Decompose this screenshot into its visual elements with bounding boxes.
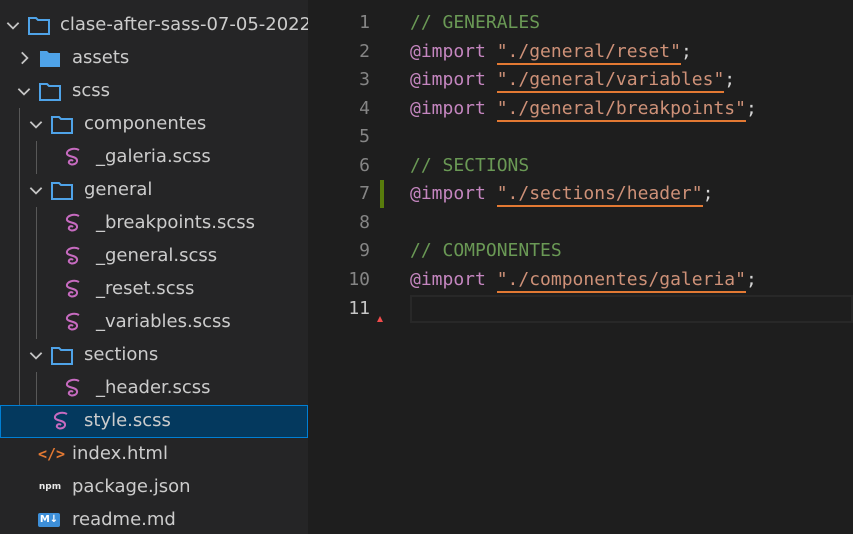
tree-item-general[interactable]: general — [0, 174, 308, 207]
folder-open-icon — [28, 17, 50, 35]
code-line[interactable]: @import "./sections/header"; — [410, 180, 713, 208]
code-comment: // COMPONENTES — [410, 240, 562, 261]
current-line-highlight — [410, 295, 853, 323]
npm-file-icon: npm — [38, 482, 62, 492]
import-path-link[interactable]: "./componentes/galeria" — [496, 269, 746, 293]
line-number: 3 — [359, 69, 370, 90]
import-path-link[interactable]: "./general/breakpoints" — [496, 98, 746, 122]
tree-item-breakpoints-scss[interactable]: _breakpoints.scss — [0, 207, 308, 240]
tree-item-sections[interactable]: sections — [0, 339, 308, 372]
explorer-sidebar: clase-after-sass-07-05-2022 assets scss … — [0, 0, 308, 534]
code-keyword: @import — [410, 98, 486, 119]
sass-file-icon — [65, 279, 80, 298]
tree-item-label: _general.scss — [96, 245, 218, 266]
code-line[interactable]: // COMPONENTES — [410, 237, 562, 265]
code-line[interactable]: // SECTIONS — [410, 152, 529, 180]
chevron-down-icon — [17, 88, 31, 96]
tree-item-galeria-scss[interactable]: _galeria.scss — [0, 141, 308, 174]
code-line[interactable]: @import "./general/breakpoints"; — [410, 95, 757, 123]
modified-line-indicator — [380, 180, 384, 208]
sass-file-icon — [65, 378, 80, 397]
import-path-link[interactable]: "./general/variables" — [496, 69, 725, 93]
line-number: 1 — [359, 12, 370, 33]
tree-item-reset-scss[interactable]: _reset.scss — [0, 273, 308, 306]
tree-item-label: readme.md — [72, 509, 176, 530]
code-line[interactable]: @import "./general/variables"; — [410, 66, 735, 94]
tree-item-label: sections — [84, 344, 159, 365]
line-number: 4 — [359, 98, 370, 119]
sass-file-icon — [65, 213, 80, 232]
tree-item-general-scss[interactable]: _general.scss — [0, 240, 308, 273]
code-comment: // SECTIONS — [410, 155, 530, 176]
tree-item-readme-md[interactable]: M↓ readme.md — [0, 504, 308, 534]
folder-open-icon — [51, 347, 73, 365]
root-folder-label: clase-after-sass-07-05-2022 — [60, 14, 308, 35]
code-keyword: @import — [410, 69, 486, 90]
tree-item-label: scss — [72, 80, 111, 101]
line-number: 11 — [348, 298, 370, 319]
folder-open-icon — [39, 83, 61, 101]
tree-item-index-html[interactable]: </> index.html — [0, 438, 308, 471]
tree-item-assets[interactable]: assets — [0, 42, 308, 75]
folder-icon — [40, 51, 60, 67]
html-file-icon: </> — [38, 445, 66, 463]
line-number: 5 — [359, 126, 370, 147]
tree-item-label: _breakpoints.scss — [96, 212, 255, 233]
tree-root-folder[interactable]: clase-after-sass-07-05-2022 — [0, 9, 308, 42]
code-line[interactable]: // GENERALES — [410, 9, 540, 37]
sass-file-icon — [65, 246, 80, 265]
line-number: 9 — [359, 240, 370, 261]
error-marker-icon — [377, 316, 383, 322]
chevron-down-icon — [29, 187, 43, 195]
code-keyword: @import — [410, 41, 486, 62]
code-punctuation: ; — [702, 183, 714, 204]
tree-item-label: _header.scss — [96, 377, 211, 398]
import-path-link[interactable]: "./sections/header" — [496, 183, 703, 207]
code-editor[interactable]: 1 // GENERALES 2 @import "./general/reset";… — [308, 0, 853, 534]
folder-open-icon — [51, 182, 73, 200]
vscode-window: clase-after-sass-07-05-2022 assets scss … — [0, 0, 853, 534]
code-comment: // GENERALES — [410, 12, 541, 33]
tree-item-label: package.json — [72, 476, 191, 497]
tree-item-label: _reset.scss — [96, 278, 195, 299]
chevron-down-icon — [29, 121, 43, 129]
import-path-link[interactable]: "./general/reset" — [496, 41, 681, 65]
line-number: 6 — [359, 155, 370, 176]
tree-item-package-json[interactable]: npm package.json — [0, 471, 308, 504]
line-number: 2 — [359, 41, 370, 62]
line-number: 7 — [359, 183, 370, 204]
tree-item-label: index.html — [72, 443, 168, 464]
code-keyword: @import — [410, 183, 486, 204]
code-punctuation: ; — [724, 69, 736, 90]
line-number: 8 — [359, 212, 370, 233]
tree-item-label: componentes — [84, 113, 207, 134]
markdown-file-icon: M↓ — [38, 513, 60, 527]
line-number: 10 — [348, 269, 370, 290]
chevron-right-icon — [21, 51, 29, 65]
code-line[interactable]: @import "./componentes/galeria"; — [410, 266, 757, 294]
code-punctuation: ; — [745, 269, 757, 290]
tree-item-style-scss[interactable]: style.scss — [0, 405, 308, 438]
code-line[interactable]: @import "./general/reset"; — [410, 38, 692, 66]
chevron-down-icon — [6, 22, 20, 30]
tree-item-header-scss[interactable]: _header.scss — [0, 372, 308, 405]
sass-file-icon — [65, 312, 80, 331]
tree-item-label: _variables.scss — [96, 311, 231, 332]
tree-item-componentes[interactable]: componentes — [0, 108, 308, 141]
tree-item-label: _galeria.scss — [96, 146, 211, 167]
folder-open-icon — [51, 116, 73, 134]
tree-item-label: style.scss — [84, 410, 171, 431]
code-punctuation: ; — [680, 41, 692, 62]
sass-file-icon — [53, 411, 68, 430]
sass-file-icon — [65, 147, 80, 166]
tree-item-label: assets — [72, 47, 130, 68]
tree-item-scss[interactable]: scss — [0, 75, 308, 108]
chevron-down-icon — [29, 352, 43, 360]
code-punctuation: ; — [745, 98, 757, 119]
tree-item-variables-scss[interactable]: _variables.scss — [0, 306, 308, 339]
code-keyword: @import — [410, 269, 486, 290]
tree-item-label: general — [84, 179, 153, 200]
